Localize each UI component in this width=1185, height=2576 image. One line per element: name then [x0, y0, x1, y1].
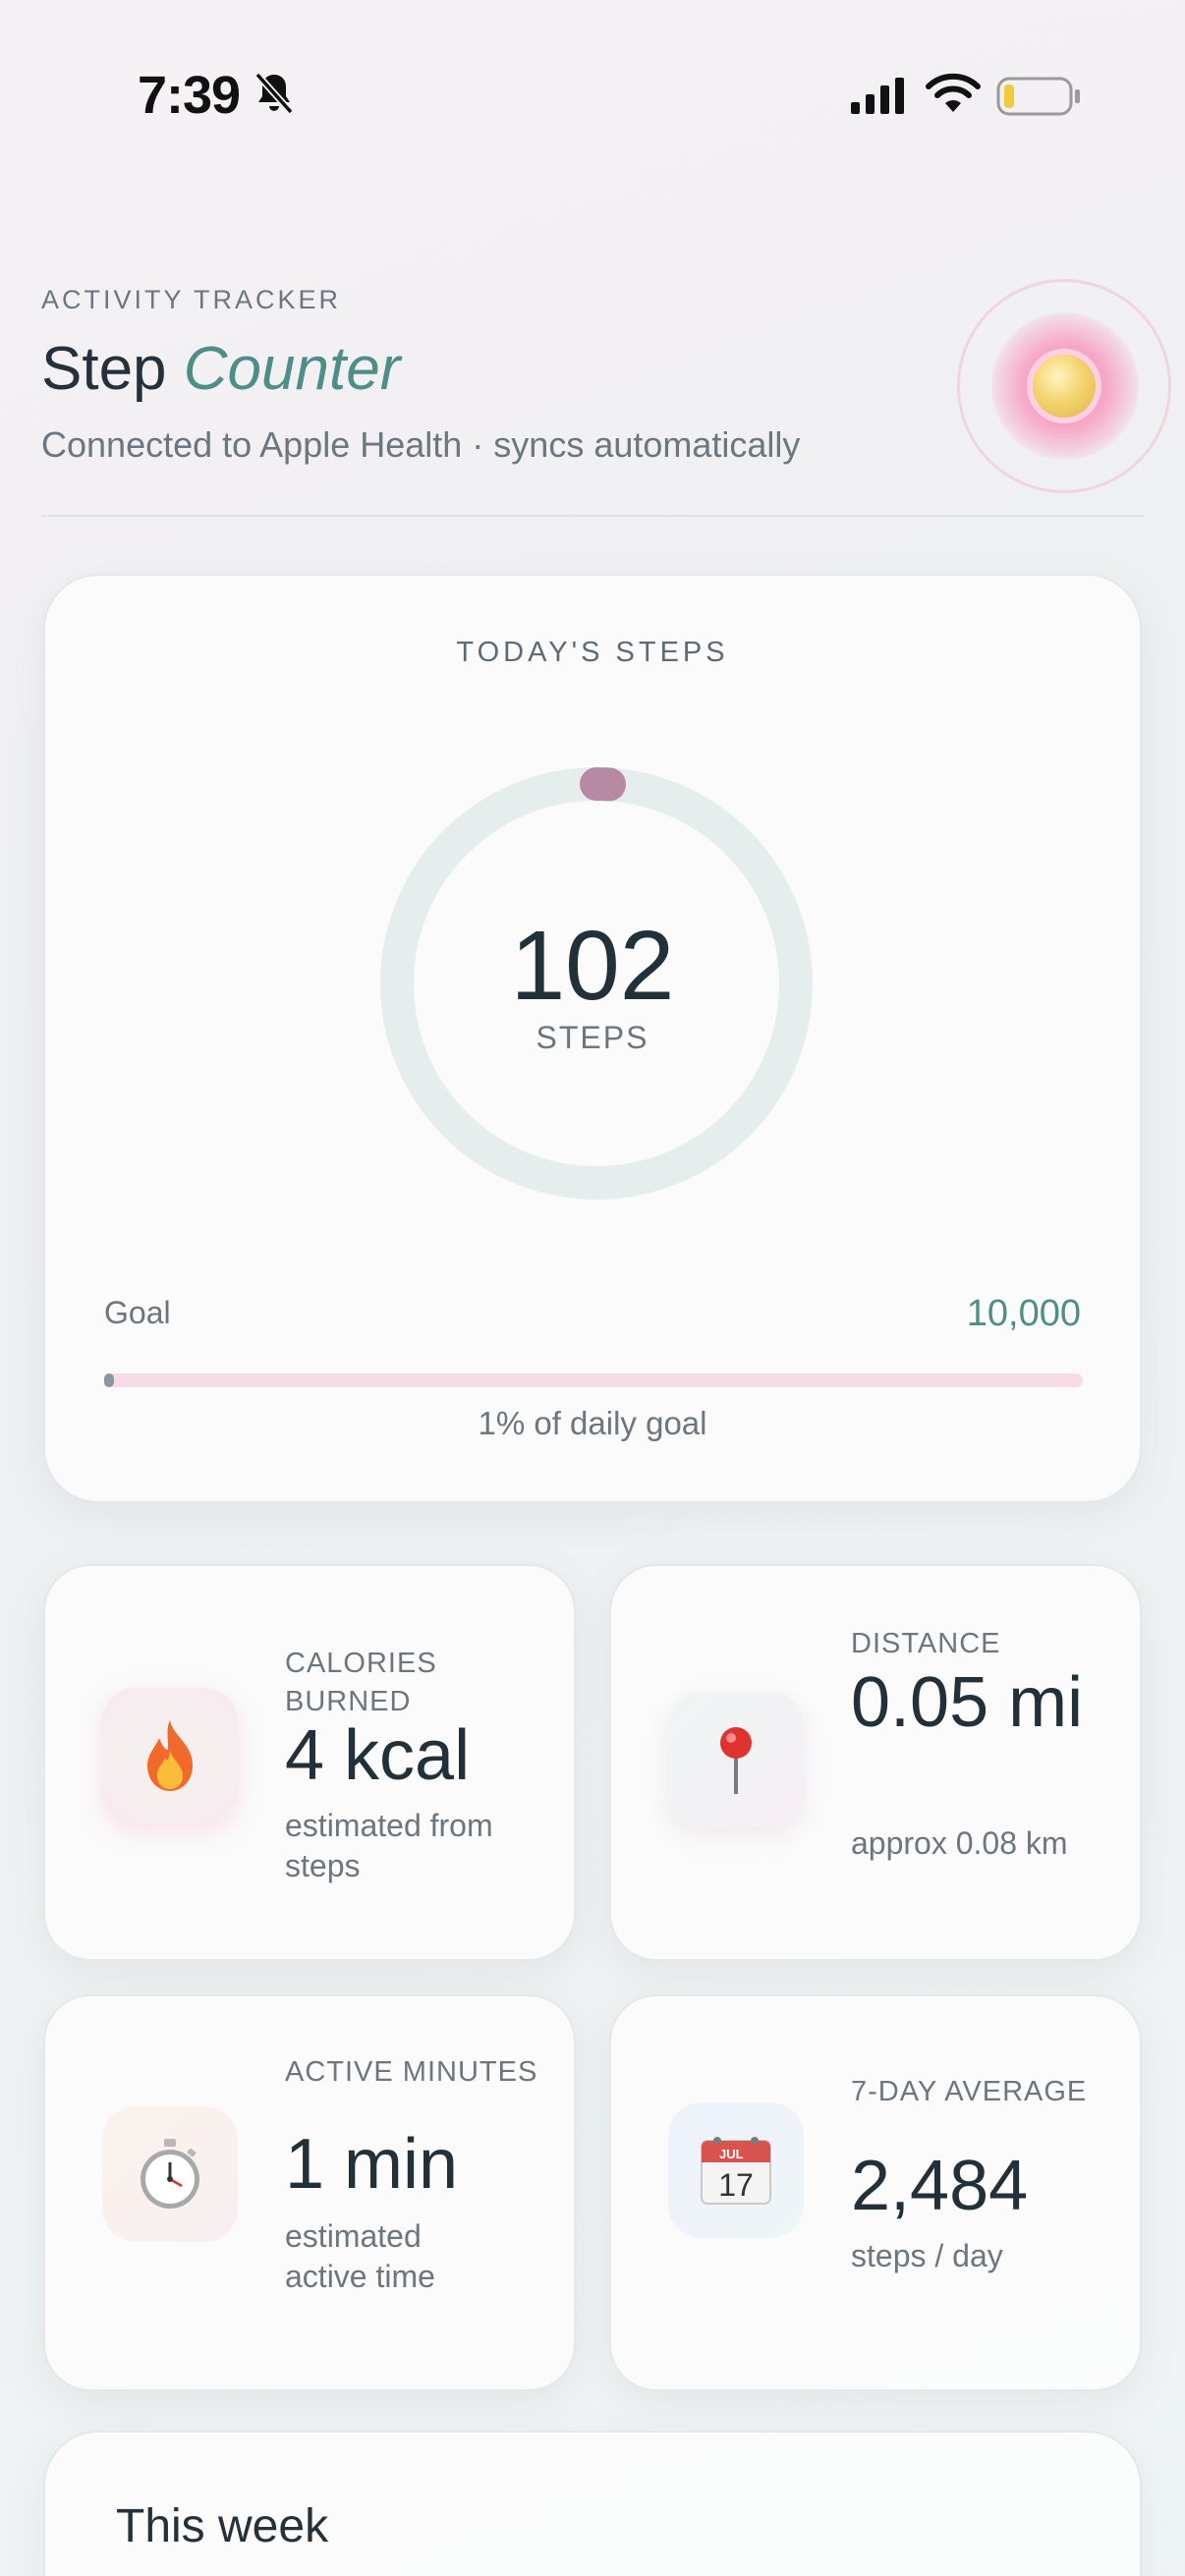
goal-progress-bar	[104, 1373, 1083, 1387]
calories-icon-box	[102, 1688, 238, 1823]
active-minutes-icon-box	[102, 2106, 238, 2242]
fire-icon	[147, 1720, 193, 1791]
sync-status-text: Connected to Apple Health · syncs automa…	[41, 424, 801, 465]
goal-percent-text: 1% of daily goal	[478, 1405, 707, 1441]
distance-card[interactable]: DISTANCE 0.05 mi approx 0.08 km	[609, 1564, 1142, 1961]
calendar-day: 17	[718, 2167, 754, 2203]
step-unit-label: STEPS	[536, 1020, 649, 1055]
bell-slash-icon	[254, 72, 294, 115]
todays-steps-title: TODAY'S STEPS	[456, 637, 729, 668]
distance-label: DISTANCE	[851, 1628, 1001, 1659]
calories-note: estimated from steps	[285, 1808, 493, 1883]
goal-label: Goal	[104, 1295, 171, 1330]
this-week-title: This week	[116, 2500, 329, 2552]
goal-progress-fill	[104, 1373, 115, 1387]
header-divider	[41, 515, 1144, 517]
battery-low-icon	[996, 77, 1080, 116]
page-title: Step Counter	[41, 334, 400, 404]
todays-steps-card: TODAY'S STEPS 102 STEPS Goal 10,000 1% o…	[43, 574, 1142, 1503]
calendar-month: JUL	[719, 2147, 744, 2161]
this-week-card: This week	[43, 2431, 1142, 2576]
status-bar: 7:39	[0, 0, 1185, 187]
stopwatch-icon	[141, 2139, 199, 2209]
calories-label: CALORIES BURNED	[285, 1648, 437, 1717]
cellular-signal-icon	[851, 78, 904, 114]
weekly-average-label: 7-DAY AVERAGE	[851, 2076, 1088, 2107]
page-title-plain: Step	[41, 335, 167, 403]
distance-value: 0.05 mi	[851, 1663, 1084, 1742]
calories-value: 4 kcal	[285, 1716, 471, 1795]
distance-icon-box	[668, 1692, 804, 1827]
active-minutes-label: ACTIVE MINUTES	[285, 2056, 538, 2088]
active-minutes-note: estimated active time	[285, 2218, 435, 2294]
active-minutes-value: 1 min	[285, 2125, 459, 2204]
step-count: 102	[510, 911, 675, 1021]
page-title-accent: Counter	[183, 335, 401, 403]
active-minutes-card[interactable]: ACTIVE MINUTES 1 min estimated active ti…	[43, 1994, 576, 2391]
distance-note: approx 0.08 km	[851, 1825, 1068, 1861]
goal-value[interactable]: 10,000	[967, 1293, 1081, 1335]
orb-icon	[1033, 355, 1096, 418]
status-time: 7:39	[138, 66, 241, 125]
calories-card[interactable]: CALORIES BURNED 4 kcal estimated from st…	[43, 1564, 576, 1961]
weekly-average-card[interactable]: JUL 17 7-DAY AVERAGE 2,484 steps / day	[609, 1994, 1142, 2391]
pin-icon	[720, 1727, 752, 1794]
weekly-average-icon-box: JUL 17	[668, 2102, 804, 2238]
calendar-icon: JUL 17	[701, 2137, 771, 2205]
wifi-icon	[926, 73, 981, 112]
app-eyebrow: ACTIVITY TRACKER	[41, 285, 342, 314]
weekly-average-value: 2,484	[851, 2147, 1029, 2225]
weekly-average-note: steps / day	[851, 2238, 1003, 2273]
